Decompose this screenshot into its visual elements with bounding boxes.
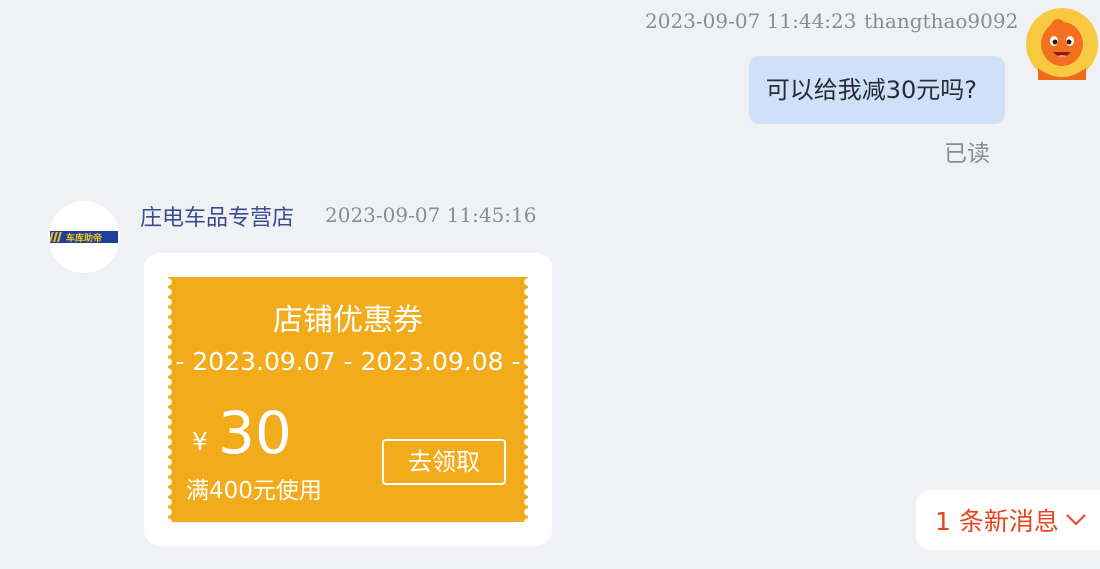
shop-logo-icon: 车库助帝 xyxy=(50,231,118,243)
outgoing-message-bubble: 可以给我减30元吗? xyxy=(748,56,1005,124)
user-avatar[interactable] xyxy=(1026,8,1098,80)
new-messages-label: 1 条新消息 xyxy=(935,507,1059,536)
coupon-date-range: 2023.09.07 - 2023.09.08 xyxy=(192,347,504,376)
chevron-down-icon xyxy=(1066,514,1086,526)
shop-logo-text: 车库助帝 xyxy=(66,232,102,243)
outgoing-username: thangthao9092 xyxy=(864,9,1019,33)
date-dash-right: - xyxy=(503,347,521,376)
incoming-timestamp: 2023-09-07 11:45:16 xyxy=(325,203,537,227)
claim-coupon-button[interactable]: 去领取 xyxy=(382,439,506,485)
shop-name[interactable]: 庄电车品专营店 xyxy=(140,200,294,232)
coupon-card: 店铺优惠券 - 2023.09.07 - 2023.09.08 - ¥ 30 满… xyxy=(144,253,552,546)
orange-mascot-avatar-icon xyxy=(1026,8,1098,80)
coupon-amount: 30 xyxy=(218,399,292,467)
outgoing-timestamp: 2023-09-07 11:44:23 xyxy=(645,9,857,33)
coupon-condition: 满400元使用 xyxy=(186,478,322,504)
coupon-date-range-row: - 2023.09.07 - 2023.09.08 - xyxy=(168,347,528,376)
shop-avatar[interactable]: 车库助帝 xyxy=(48,201,120,273)
date-dash-left: - xyxy=(175,347,193,376)
new-messages-button[interactable]: 1 条新消息 xyxy=(916,490,1100,550)
read-status: 已读 xyxy=(944,141,990,167)
coupon-title: 店铺优惠券 xyxy=(273,303,423,338)
store-coupon[interactable]: 店铺优惠券 - 2023.09.07 - 2023.09.08 - ¥ 30 满… xyxy=(163,277,533,522)
currency-symbol: ¥ xyxy=(192,427,208,456)
